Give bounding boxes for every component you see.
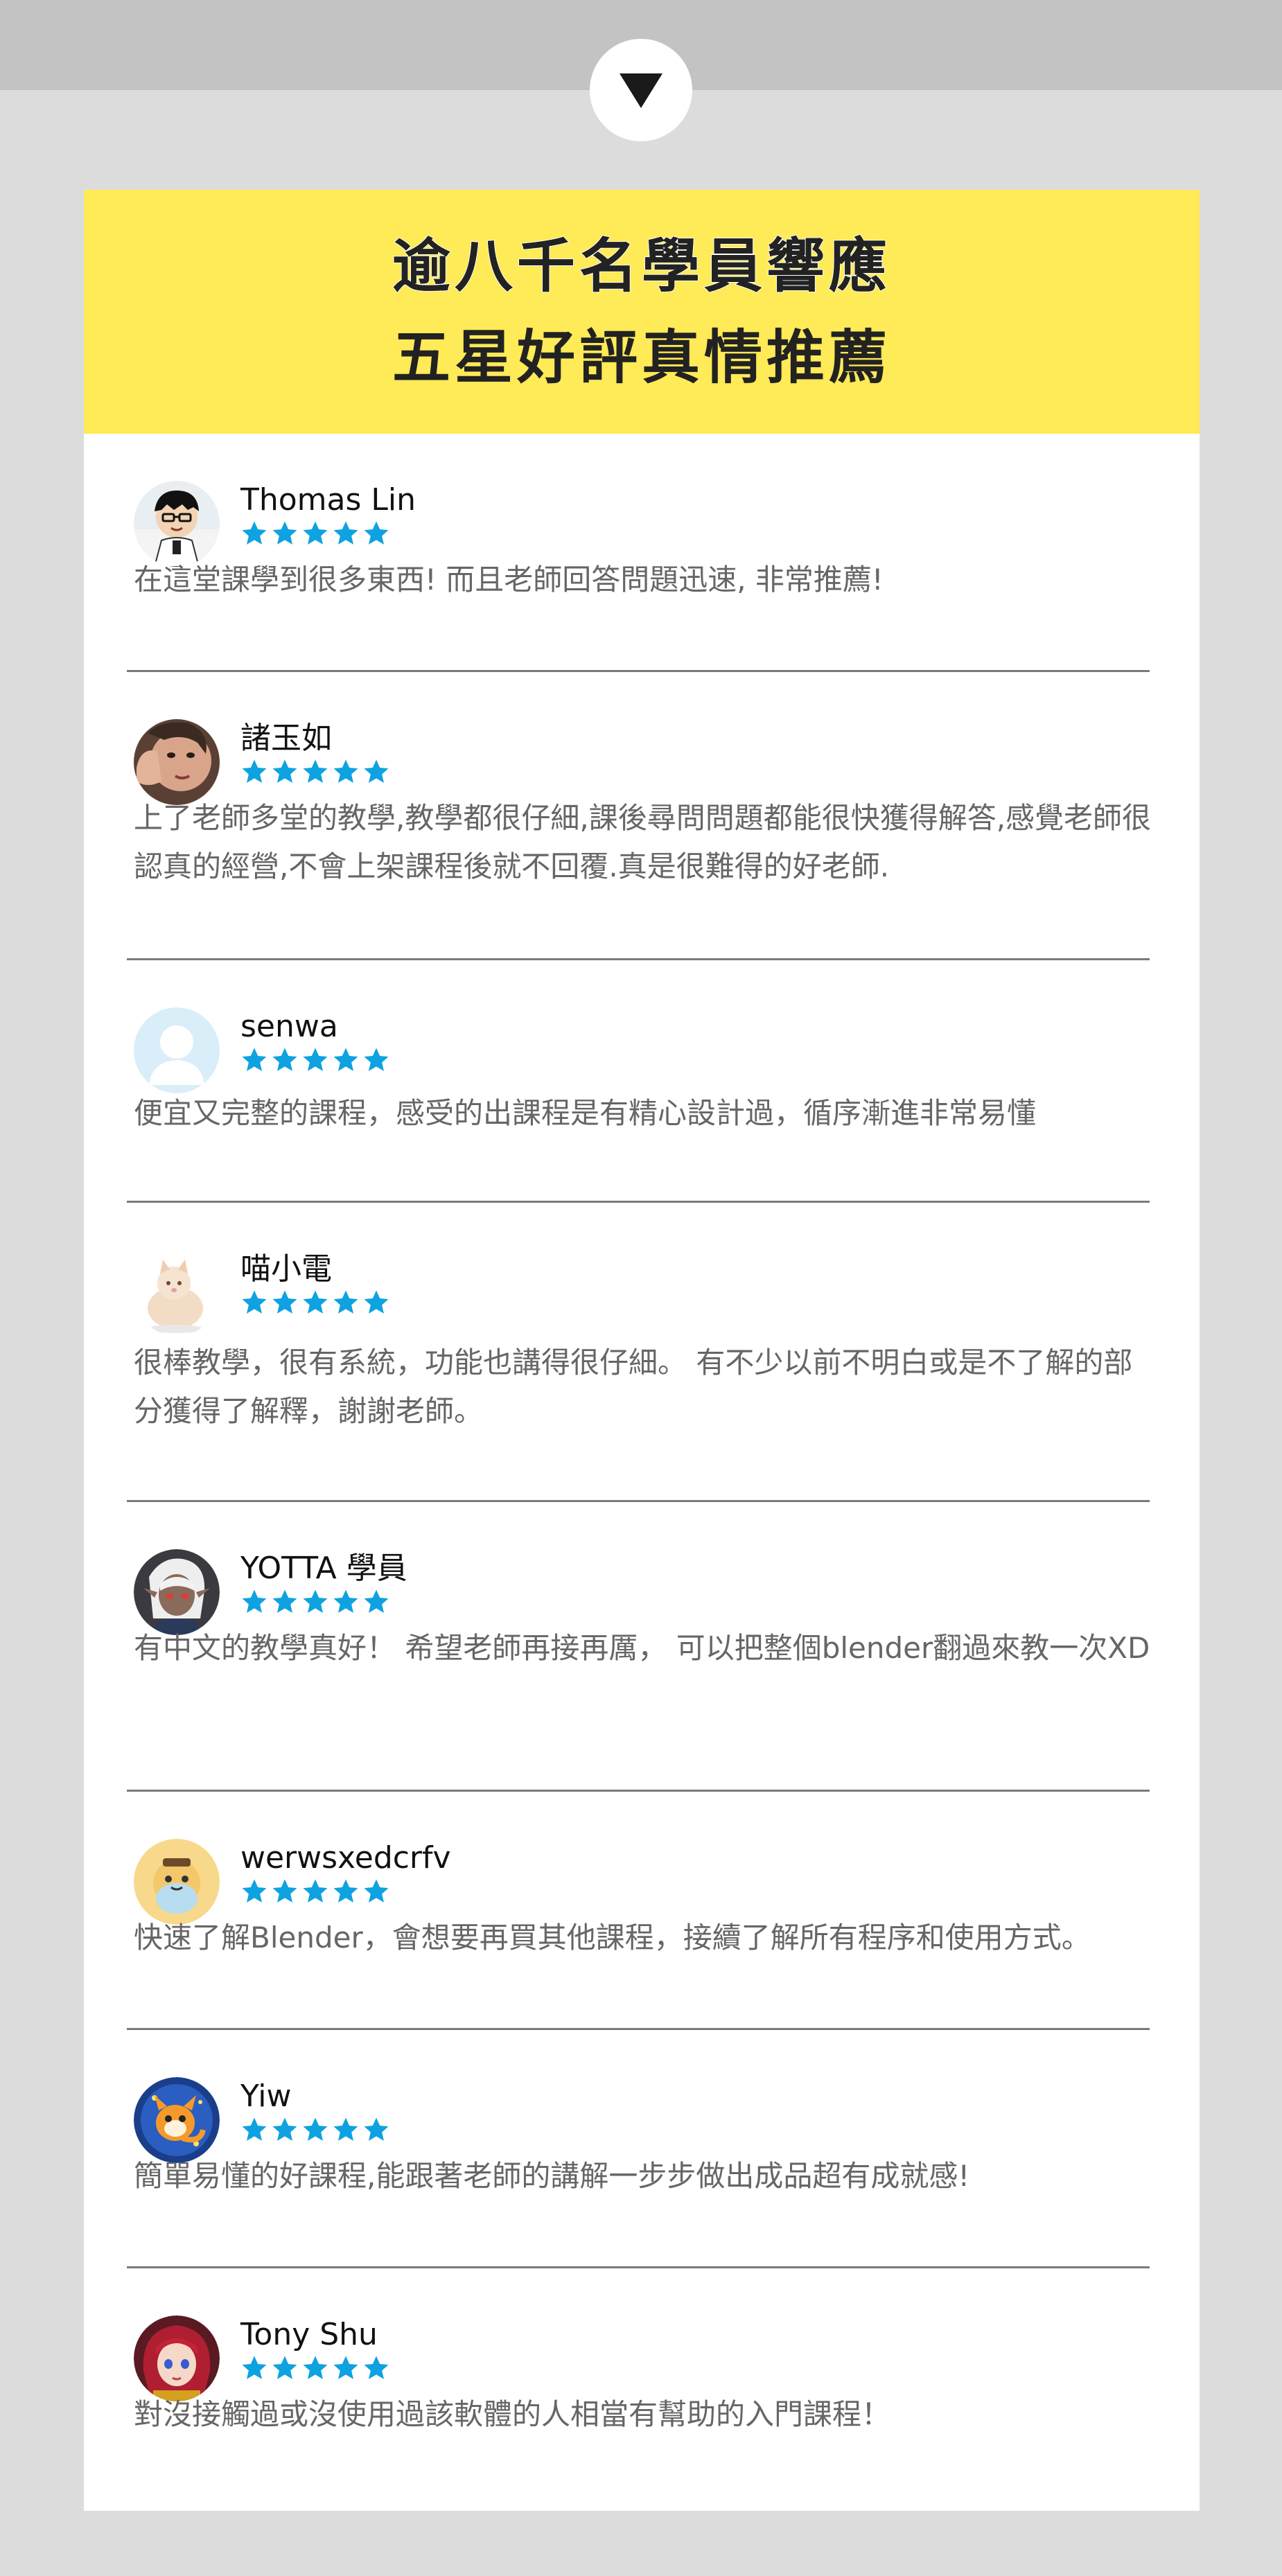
star-icon: [240, 520, 268, 547]
star-icon: [301, 2116, 329, 2144]
review-item: 諸玉如上了老師多堂的教學,教學都很仔細,課後尋問問題都能很快獲得解答,感覺老師很…: [127, 672, 1152, 960]
star-icon: [332, 2116, 360, 2144]
reviewer-avatar: [134, 1549, 220, 1635]
review-comment: 上了老師多堂的教學,教學都很仔細,課後尋問問題都能很快獲得解答,感覺老師很認真的…: [134, 801, 1152, 883]
reviewer-name: Thomas Lin: [240, 482, 416, 518]
star-icon: [332, 758, 360, 786]
reviewer-name: senwa: [240, 1009, 338, 1044]
star-icon: [271, 1588, 299, 1616]
star-icon: [362, 2116, 390, 2144]
star-icon: [271, 1046, 299, 1074]
scroll-down-button[interactable]: [590, 39, 692, 141]
star-icon: [332, 1046, 360, 1074]
star-icon: [362, 1289, 390, 1316]
review-item: Tony Shu 對沒接觸過或沒使用過該軟體的人相當有幫助的入門課程！: [127, 2268, 1150, 2507]
star-icon: [240, 1046, 268, 1074]
review-comment: 快速了解Blender，會想要再買其他課程，接續了解所有程序和使用方式。: [134, 1921, 1091, 1955]
reviewer-avatar: [134, 1250, 220, 1336]
reviews-banner: 逾八千名學員響應 五星好評真情推薦: [84, 190, 1200, 434]
review-comment: 簡單易懂的好課程,能跟著老師的講解一步步做出成品超有成就感!: [134, 2159, 970, 2193]
star-icon: [332, 520, 360, 547]
triangle-down-icon: [620, 73, 662, 108]
reviewer-name: werwsxedcrfv: [240, 1840, 451, 1876]
banner-title-line2: 五星好評真情推薦: [392, 324, 891, 391]
reviewer-name: YOTTA 學員: [240, 1551, 407, 1586]
star-icon: [240, 1878, 268, 1905]
star-icon: [240, 2354, 268, 2382]
review-item: senwa 便宜又完整的課程，感受的出課程是有精心設計過，循序漸進非常易懂: [127, 960, 1150, 1203]
reviewer-avatar: [134, 481, 220, 567]
star-icon: [301, 758, 329, 786]
star-rating: [240, 758, 390, 786]
star-icon: [271, 1878, 299, 1905]
review-item: Thomas Lin 在這堂課學到很多東西! 而且老師回答問題迅速, 非常推薦!: [127, 434, 1150, 672]
review-list: Thomas Lin 在這堂課學到很多東西! 而且老師回答問題迅速, 非常推薦! 諸…: [127, 434, 1152, 2507]
review-comment: 在這堂課學到很多東西! 而且老師回答問題迅速, 非常推薦!: [134, 563, 884, 597]
star-icon: [301, 520, 329, 547]
review-item: YOTTA 學員有中文的教學真好！ 希望老師再接再厲， 可以把整個blender…: [127, 1502, 1150, 1792]
star-icon: [271, 2354, 299, 2382]
reviewer-avatar: [134, 1007, 220, 1093]
star-icon: [332, 2354, 360, 2382]
star-icon: [240, 2116, 268, 2144]
reviews-card: 逾八千名學員響應 五星好評真情推薦 Thomas Lin 在這堂課學到很多東西! …: [84, 190, 1200, 2511]
star-icon: [332, 1289, 360, 1316]
star-icon: [301, 2354, 329, 2382]
star-icon: [362, 520, 390, 547]
star-rating: [240, 2354, 390, 2382]
reviewer-name: Tony Shu: [240, 2317, 378, 2352]
star-icon: [362, 1588, 390, 1616]
star-rating: [240, 1046, 390, 1074]
reviewer-name: 喵小電: [240, 1251, 332, 1287]
star-rating: [240, 1588, 390, 1616]
star-icon: [332, 1878, 360, 1905]
star-icon: [362, 1878, 390, 1905]
star-rating: [240, 520, 390, 547]
star-icon: [271, 2116, 299, 2144]
review-item: werwsxedcrfv 快速了解Blender，會想要再買其他課程，接續了解所有…: [127, 1792, 1150, 2030]
review-comment: 便宜又完整的課程，感受的出課程是有精心設計過，循序漸進非常易懂: [134, 1096, 1037, 1130]
star-icon: [301, 1289, 329, 1316]
reviewer-avatar: [134, 1839, 220, 1925]
review-item: 喵小電很棒教學，很有系統，功能也講得很仔細。 有不少以前不明白或是不了解的部分獲…: [127, 1203, 1150, 1502]
star-rating: [240, 1289, 390, 1316]
star-rating: [240, 2116, 390, 2144]
star-icon: [240, 758, 268, 786]
star-icon: [301, 1588, 329, 1616]
star-icon: [301, 1878, 329, 1905]
star-icon: [271, 758, 299, 786]
review-comment: 對沒接觸過或沒使用過該軟體的人相當有幫助的入門課程！: [134, 2397, 891, 2431]
reviewer-name: 諸玉如: [240, 721, 332, 756]
star-icon: [362, 758, 390, 786]
star-icon: [362, 2354, 390, 2382]
review-comment: 有中文的教學真好！ 希望老師再接再厲， 可以把整個blender翻過來教一次XD: [134, 1631, 1150, 1665]
review-comment: 很棒教學，很有系統，功能也講得很仔細。 有不少以前不明白或是不了解的部分獲得了解…: [134, 1346, 1133, 1428]
reviewer-avatar: [134, 719, 220, 805]
star-icon: [332, 1588, 360, 1616]
star-icon: [301, 1046, 329, 1074]
star-icon: [240, 1588, 268, 1616]
reviewer-avatar: [134, 2077, 220, 2163]
star-icon: [362, 1046, 390, 1074]
reviewer-name: Yiw: [240, 2079, 292, 2114]
star-icon: [240, 1289, 268, 1316]
star-icon: [271, 1289, 299, 1316]
review-item: Yiw 簡單易懂的好課程,能跟著老師的講解一步步做出成品超有成就感!: [127, 2030, 1150, 2268]
star-icon: [271, 520, 299, 547]
banner-title-line1: 逾八千名學員響應: [392, 231, 891, 301]
star-rating: [240, 1878, 390, 1905]
reviewer-avatar: [134, 2315, 220, 2401]
